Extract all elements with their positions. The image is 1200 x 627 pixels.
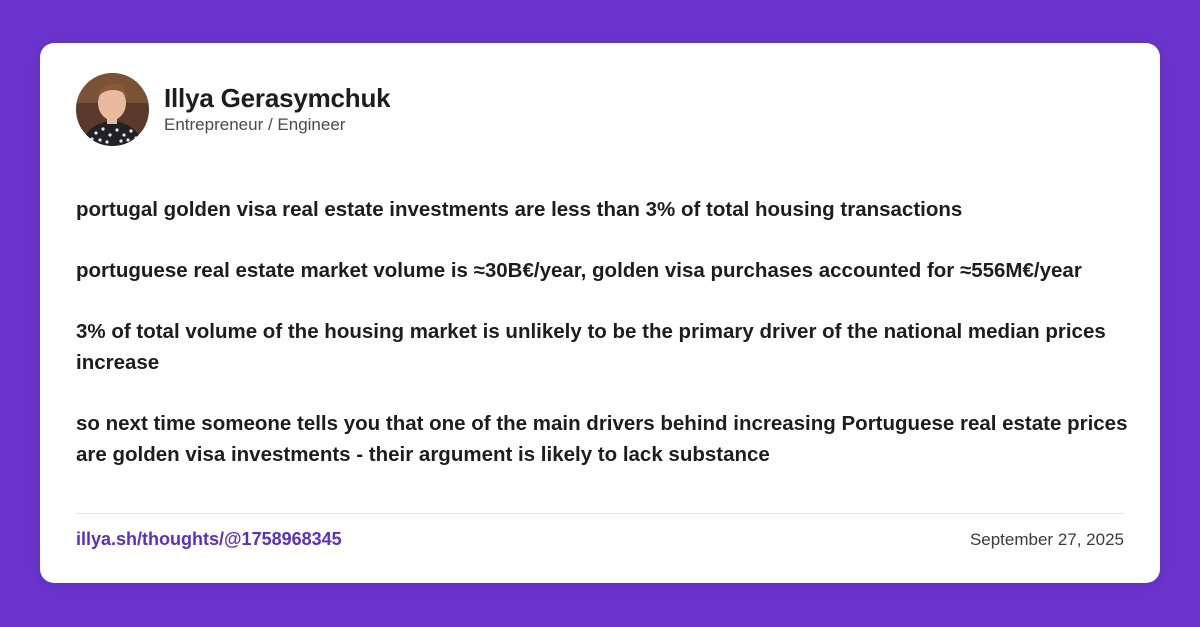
post-footer: illya.sh/thoughts/@1758968345 September … bbox=[76, 529, 1124, 550]
profile-photo-icon bbox=[76, 73, 149, 146]
footer-divider bbox=[76, 513, 1124, 514]
post-body: portugal golden visa real estate investm… bbox=[76, 194, 1136, 470]
author-name: Illya Gerasymchuk bbox=[164, 83, 391, 113]
post-date: September 27, 2025 bbox=[969, 529, 1124, 549]
post-paragraph: portuguese real estate market volume is … bbox=[76, 259, 1082, 282]
author-header: Illya Gerasymchuk Entrepreneur / Enginee… bbox=[76, 73, 391, 146]
post-paragraph: so next time someone tells you that one … bbox=[76, 412, 1128, 466]
author-info: Illya Gerasymchuk Entrepreneur / Enginee… bbox=[164, 83, 391, 136]
permalink-link[interactable]: illya.sh/thoughts/@1758968345 bbox=[76, 529, 342, 550]
avatar bbox=[76, 73, 149, 146]
post-paragraph: 3% of total volume of the housing market… bbox=[76, 320, 1106, 374]
author-role: Entrepreneur / Engineer bbox=[164, 115, 346, 134]
post-card: Illya Gerasymchuk Entrepreneur / Enginee… bbox=[40, 43, 1160, 583]
post-paragraph: portugal golden visa real estate investm… bbox=[76, 198, 963, 221]
